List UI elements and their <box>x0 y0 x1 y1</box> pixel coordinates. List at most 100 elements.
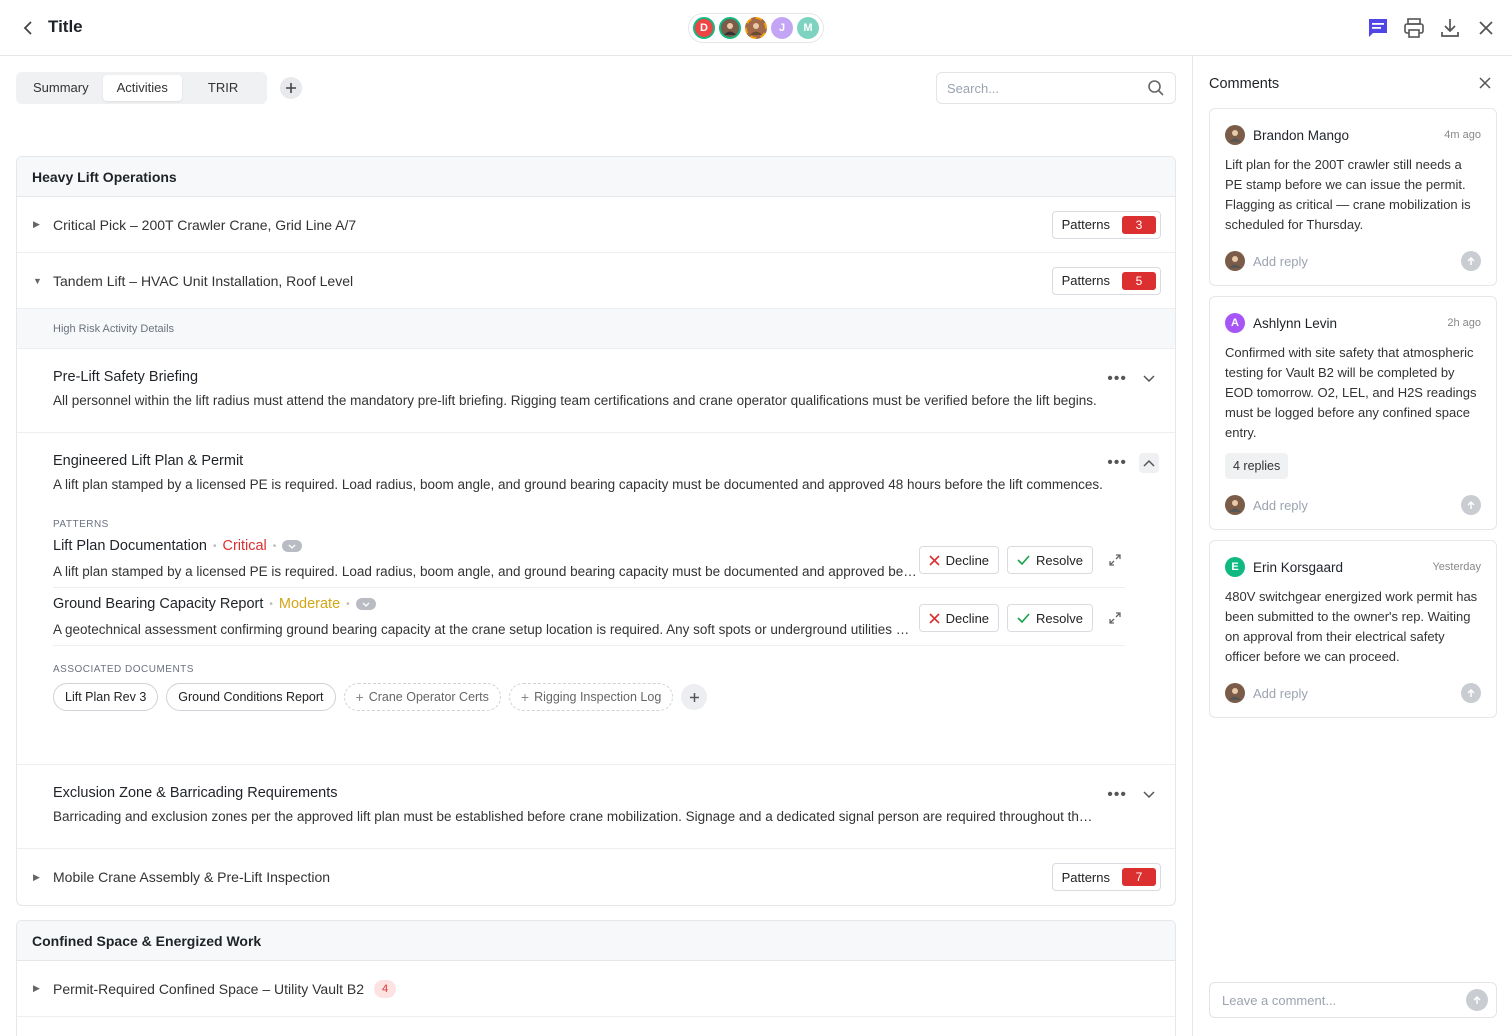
activity-row[interactable]: ▼ Tandem Lift – HVAC Unit Installation, … <box>17 253 1175 309</box>
comment-time: Yesterday <box>1432 561 1481 573</box>
activity-title: Permit-Required Confined Space – Utility… <box>53 980 365 997</box>
separator-dot: • <box>346 598 350 610</box>
page-title: Title <box>48 17 83 36</box>
avatar <box>1225 251 1245 271</box>
more-options-icon[interactable]: ••• <box>1107 787 1127 803</box>
comments-toggle-button[interactable] <box>1366 16 1390 40</box>
avatar[interactable]: J <box>771 17 793 39</box>
more-options-icon[interactable]: ••• <box>1107 371 1127 387</box>
comment-author: Brandon Mango <box>1253 127 1350 143</box>
user-photo-icon <box>1229 688 1241 700</box>
resolve-label: Resolve <box>1036 610 1083 626</box>
close-button[interactable] <box>1474 16 1498 40</box>
pattern-actions: Decline Resolve <box>918 546 1125 574</box>
missing-document-chip[interactable]: Rigging Inspection Log <box>508 683 674 711</box>
item-description: Barricading and exclusion zones per the … <box>53 809 1098 824</box>
send-reply-button[interactable] <box>1461 495 1481 515</box>
expand-button[interactable] <box>1105 608 1125 628</box>
item-actions: ••• <box>1107 453 1159 473</box>
avatar <box>1225 495 1245 515</box>
comment-time: 2h ago <box>1447 317 1481 329</box>
avatar <box>1225 125 1245 145</box>
section-confined-space: Confined Space & Energized Work ▶ Permit… <box>16 920 1176 1036</box>
avatar[interactable] <box>719 17 741 39</box>
download-button[interactable] <box>1438 16 1462 40</box>
expand-button[interactable] <box>1139 785 1159 805</box>
severity-dropdown[interactable] <box>355 598 376 610</box>
associated-documents: Lift Plan Rev 3 Ground Conditions Report… <box>53 683 1151 731</box>
count-badge: 4 <box>374 979 397 998</box>
reply-input[interactable] <box>1253 685 1453 701</box>
pattern-name: Lift Plan Documentation <box>53 538 207 554</box>
expand-button[interactable] <box>1139 369 1159 389</box>
tab-trir[interactable]: TRIR <box>182 75 264 101</box>
close-icon <box>1479 77 1491 89</box>
avatar: A <box>1225 313 1245 333</box>
send-comment-button[interactable] <box>1466 989 1488 1011</box>
decline-button[interactable]: Decline <box>918 604 1000 632</box>
caret-right-icon[interactable]: ▶ <box>33 872 45 883</box>
severity-dropdown[interactable] <box>282 540 303 552</box>
patterns-label: Patterns <box>1061 869 1110 885</box>
activity-row[interactable]: ▶ Mobile Crane Assembly & Pre-Lift Inspe… <box>17 849 1175 905</box>
expand-button[interactable] <box>1105 550 1125 570</box>
item-actions: ••• <box>1107 369 1159 389</box>
separator-dot: • <box>272 540 277 552</box>
print-button[interactable] <box>1402 16 1426 40</box>
risk-item: Pre-Lift Safety Briefing All personnel w… <box>17 349 1175 433</box>
patterns-button[interactable]: Patterns 3 <box>1051 210 1161 239</box>
patterns-label: Patterns <box>1061 273 1110 288</box>
patterns-button[interactable]: Patterns 5 <box>1051 266 1161 295</box>
send-reply-button[interactable] <box>1461 251 1481 271</box>
section-title: Confined Space & Energized Work <box>17 921 1175 961</box>
caret-right-icon[interactable]: ▶ <box>33 219 45 230</box>
section-heavy-lift: Heavy Lift Operations ▶ Critical Pick – … <box>16 156 1176 906</box>
item-description: All personnel within the lift radius mus… <box>53 393 1097 408</box>
add-tab-button[interactable] <box>280 77 302 99</box>
activity-row[interactable]: ▶ Permit-Required Confined Space – Utili… <box>17 961 1175 1017</box>
decline-label: Decline <box>945 610 990 626</box>
expand-icon <box>1109 554 1121 566</box>
close-comments-button[interactable] <box>1478 76 1494 92</box>
check-icon <box>1017 613 1030 623</box>
document-chip[interactable]: Lift Plan Rev 3 <box>53 683 159 711</box>
x-icon <box>929 612 940 624</box>
new-comment-input[interactable] <box>1222 992 1466 1008</box>
search-box <box>936 72 1176 104</box>
avatar[interactable] <box>745 17 767 39</box>
resolve-label: Resolve <box>1036 552 1083 568</box>
replies-button[interactable]: 4 replies <box>1225 453 1289 479</box>
reply-input[interactable] <box>1253 497 1453 513</box>
caret-down-icon[interactable]: ▼ <box>33 276 45 286</box>
close-icon <box>1479 21 1493 35</box>
send-reply-button[interactable] <box>1461 683 1481 703</box>
reply-input[interactable] <box>1253 253 1453 269</box>
resolve-button[interactable]: Resolve <box>1007 604 1093 632</box>
patterns-button[interactable]: Patterns 7 <box>1051 863 1161 891</box>
search-icon <box>1148 80 1164 96</box>
avatar[interactable]: D <box>693 17 715 39</box>
decline-button[interactable]: Decline <box>918 546 1000 574</box>
pattern-row: Ground Bearing Capacity Report • Moderat… <box>53 588 1125 646</box>
download-icon <box>1441 19 1459 37</box>
pattern-row: Lift Plan Documentation • Critical • A l… <box>53 530 1125 588</box>
more-options-icon[interactable]: ••• <box>1107 455 1127 471</box>
search-input[interactable] <box>947 80 1147 96</box>
comment-card: E Erin Korsgaard Yesterday 480V switchge… <box>1209 540 1497 718</box>
comment-card: A Ashlynn Levin 2h ago Confirmed with si… <box>1209 296 1497 530</box>
comment-body: 480V switchgear energized work permit ha… <box>1225 589 1478 664</box>
collapse-button[interactable] <box>1139 453 1159 473</box>
back-button[interactable] <box>18 18 38 38</box>
activity-row[interactable]: ▶ Critical Pick – 200T Crawler Crane, Gr… <box>17 197 1175 253</box>
comments-panel: Comments Brandon Mango 4m ago Lift plan … <box>1192 56 1512 1036</box>
item-description: A lift plan stamped by a licensed PE is … <box>53 477 1103 492</box>
tab-summary[interactable]: Summary <box>19 75 103 101</box>
document-chip[interactable]: Ground Conditions Report <box>166 683 336 711</box>
resolve-button[interactable]: Resolve <box>1007 546 1093 574</box>
pattern-name: Ground Bearing Capacity Report <box>53 596 264 612</box>
caret-right-icon[interactable]: ▶ <box>33 983 45 994</box>
tab-activities[interactable]: Activities <box>102 75 182 101</box>
add-document-button[interactable] <box>681 684 708 710</box>
missing-document-chip[interactable]: Crane Operator Certs <box>343 683 501 711</box>
avatar[interactable]: M <box>797 17 819 39</box>
